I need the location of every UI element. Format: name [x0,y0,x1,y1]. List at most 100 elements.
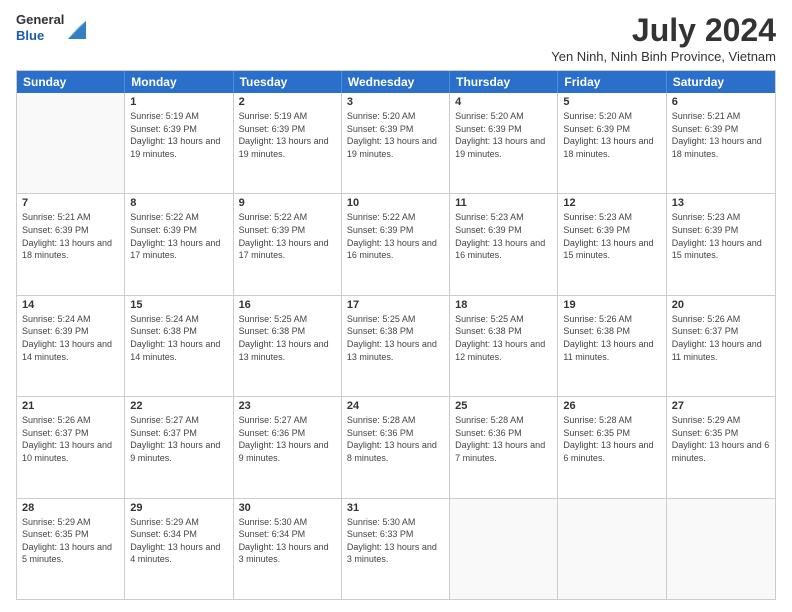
calendar-header-friday: Friday [558,71,666,93]
calendar-cell [17,93,125,193]
calendar-week-1: 1Sunrise: 5:19 AMSunset: 6:39 PMDaylight… [17,93,775,194]
calendar-cell: 12 Sunrise: 5:23 AMSunset: 6:39 PMDayligh… [558,194,666,294]
calendar-cell: 18Sunrise: 5:25 AMSunset: 6:38 PMDayligh… [450,296,558,396]
day-info: Sunrise: 5:24 AMSunset: 6:38 PMDaylight:… [130,313,227,363]
day-number: 22 [130,400,227,412]
logo: General Blue [16,12,86,43]
day-number: 31 [347,502,444,514]
day-info: Sunrise: 5:24 AMSunset: 6:39 PMDaylight:… [22,313,119,363]
day-info: Sunrise: 5:19 AMSunset: 6:39 PMDaylight:… [239,110,336,160]
header: General Blue July 2024 Yen Ninh, Ninh Bi… [16,12,776,64]
day-info: Sunrise: 5:22 AMSunset: 6:39 PMDaylight:… [130,211,227,261]
day-info: Sunrise: 5:28 AMSunset: 6:35 PMDaylight:… [563,414,660,464]
calendar-header-tuesday: Tuesday [234,71,342,93]
calendar-cell: 31 Sunrise: 5:30 AMSunset: 6:33 PMDayligh… [342,499,450,599]
day-number: 24 [347,400,444,412]
day-number: 3 [347,96,444,108]
day-number: 28 [22,502,119,514]
calendar-week-4: 21 Sunrise: 5:26 AMSunset: 6:37 PMDayligh… [17,397,775,498]
calendar-cell: 28Sunrise: 5:29 AMSunset: 6:35 PMDayligh… [17,499,125,599]
day-info: Sunrise: 5:23 AMSunset: 6:39 PMDaylight:… [455,211,552,261]
calendar-header: SundayMondayTuesdayWednesdayThursdayFrid… [17,71,775,93]
day-info: Sunrise: 5:29 AMSunset: 6:35 PMDaylight:… [672,414,770,464]
day-number: 10 [347,197,444,209]
day-info: Sunrise: 5:22 AMSunset: 6:39 PMDaylight:… [239,211,336,261]
day-info: Sunrise: 5:25 AMSunset: 6:38 PMDaylight:… [239,313,336,363]
day-number: 19 [563,299,660,311]
calendar-cell: 15Sunrise: 5:24 AMSunset: 6:38 PMDayligh… [125,296,233,396]
calendar-cell: 16 Sunrise: 5:25 AMSunset: 6:38 PMDayligh… [234,296,342,396]
day-info: Sunrise: 5:21 AMSunset: 6:39 PMDaylight:… [672,110,770,160]
day-number: 14 [22,299,119,311]
calendar-header-saturday: Saturday [667,71,775,93]
calendar: SundayMondayTuesdayWednesdayThursdayFrid… [16,70,776,600]
calendar-cell: 23 Sunrise: 5:27 AMSunset: 6:36 PMDayligh… [234,397,342,497]
day-number: 23 [239,400,336,412]
calendar-cell: 5 Sunrise: 5:20 AMSunset: 6:39 PMDaylight… [558,93,666,193]
day-info: Sunrise: 5:29 AMSunset: 6:34 PMDaylight:… [130,516,227,566]
calendar-cell: 24 Sunrise: 5:28 AMSunset: 6:36 PMDayligh… [342,397,450,497]
day-info: Sunrise: 5:21 AMSunset: 6:39 PMDaylight:… [22,211,119,261]
title-location: Yen Ninh, Ninh Binh Province, Vietnam [551,49,776,64]
calendar-header-sunday: Sunday [17,71,125,93]
calendar-cell: 29Sunrise: 5:29 AMSunset: 6:34 PMDayligh… [125,499,233,599]
day-number: 30 [239,502,336,514]
calendar-cell: 3Sunrise: 5:20 AMSunset: 6:39 PMDaylight… [342,93,450,193]
calendar-week-3: 14 Sunrise: 5:24 AMSunset: 6:39 PMDayligh… [17,296,775,397]
calendar-cell: 7 Sunrise: 5:21 AMSunset: 6:39 PMDaylight… [17,194,125,294]
day-number: 7 [22,197,119,209]
calendar-cell: 26 Sunrise: 5:28 AMSunset: 6:35 PMDayligh… [558,397,666,497]
calendar-cell: 2 Sunrise: 5:19 AMSunset: 6:39 PMDaylight… [234,93,342,193]
logo-text: General Blue [16,12,64,43]
day-number: 6 [672,96,770,108]
calendar-cell: 25 Sunrise: 5:28 AMSunset: 6:36 PMDayligh… [450,397,558,497]
day-info: Sunrise: 5:28 AMSunset: 6:36 PMDaylight:… [455,414,552,464]
calendar-cell [558,499,666,599]
calendar-body: 1Sunrise: 5:19 AMSunset: 6:39 PMDaylight… [17,93,775,599]
calendar-week-2: 7 Sunrise: 5:21 AMSunset: 6:39 PMDaylight… [17,194,775,295]
calendar-cell [667,499,775,599]
calendar-cell: 17 Sunrise: 5:25 AMSunset: 6:38 PMDayligh… [342,296,450,396]
calendar-cell: 1Sunrise: 5:19 AMSunset: 6:39 PMDaylight… [125,93,233,193]
day-info: Sunrise: 5:26 AMSunset: 6:37 PMDaylight:… [22,414,119,464]
day-info: Sunrise: 5:23 AMSunset: 6:39 PMDaylight:… [563,211,660,261]
calendar-cell: 13 Sunrise: 5:23 AMSunset: 6:39 PMDayligh… [667,194,775,294]
day-info: Sunrise: 5:26 AMSunset: 6:37 PMDaylight:… [672,313,770,363]
calendar-cell: 11 Sunrise: 5:23 AMSunset: 6:39 PMDayligh… [450,194,558,294]
day-info: Sunrise: 5:30 AMSunset: 6:33 PMDaylight:… [347,516,444,566]
day-number: 25 [455,400,552,412]
calendar-cell: 6 Sunrise: 5:21 AMSunset: 6:39 PMDaylight… [667,93,775,193]
day-info: Sunrise: 5:19 AMSunset: 6:39 PMDaylight:… [130,110,227,160]
day-number: 12 [563,197,660,209]
calendar-cell: 22 Sunrise: 5:27 AMSunset: 6:37 PMDayligh… [125,397,233,497]
day-info: Sunrise: 5:22 AMSunset: 6:39 PMDaylight:… [347,211,444,261]
day-number: 26 [563,400,660,412]
day-number: 17 [347,299,444,311]
day-info: Sunrise: 5:26 AMSunset: 6:38 PMDaylight:… [563,313,660,363]
day-number: 13 [672,197,770,209]
day-info: Sunrise: 5:27 AMSunset: 6:37 PMDaylight:… [130,414,227,464]
day-number: 11 [455,197,552,209]
calendar-cell: 30 Sunrise: 5:30 AMSunset: 6:34 PMDayligh… [234,499,342,599]
day-info: Sunrise: 5:23 AMSunset: 6:39 PMDaylight:… [672,211,770,261]
day-number: 2 [239,96,336,108]
day-info: Sunrise: 5:25 AMSunset: 6:38 PMDaylight:… [347,313,444,363]
day-info: Sunrise: 5:20 AMSunset: 6:39 PMDaylight:… [563,110,660,160]
day-number: 21 [22,400,119,412]
calendar-header-thursday: Thursday [450,71,558,93]
calendar-cell: 10 Sunrise: 5:22 AMSunset: 6:39 PMDayligh… [342,194,450,294]
day-number: 4 [455,96,552,108]
calendar-cell: 20Sunrise: 5:26 AMSunset: 6:37 PMDayligh… [667,296,775,396]
day-number: 16 [239,299,336,311]
day-info: Sunrise: 5:25 AMSunset: 6:38 PMDaylight:… [455,313,552,363]
calendar-cell: 8Sunrise: 5:22 AMSunset: 6:39 PMDaylight… [125,194,233,294]
day-info: Sunrise: 5:20 AMSunset: 6:39 PMDaylight:… [455,110,552,160]
day-number: 27 [672,400,770,412]
day-number: 5 [563,96,660,108]
page: General Blue July 2024 Yen Ninh, Ninh Bi… [0,0,792,612]
calendar-cell: 9Sunrise: 5:22 AMSunset: 6:39 PMDaylight… [234,194,342,294]
day-info: Sunrise: 5:28 AMSunset: 6:36 PMDaylight:… [347,414,444,464]
day-info: Sunrise: 5:27 AMSunset: 6:36 PMDaylight:… [239,414,336,464]
calendar-cell: 19 Sunrise: 5:26 AMSunset: 6:38 PMDayligh… [558,296,666,396]
day-info: Sunrise: 5:30 AMSunset: 6:34 PMDaylight:… [239,516,336,566]
